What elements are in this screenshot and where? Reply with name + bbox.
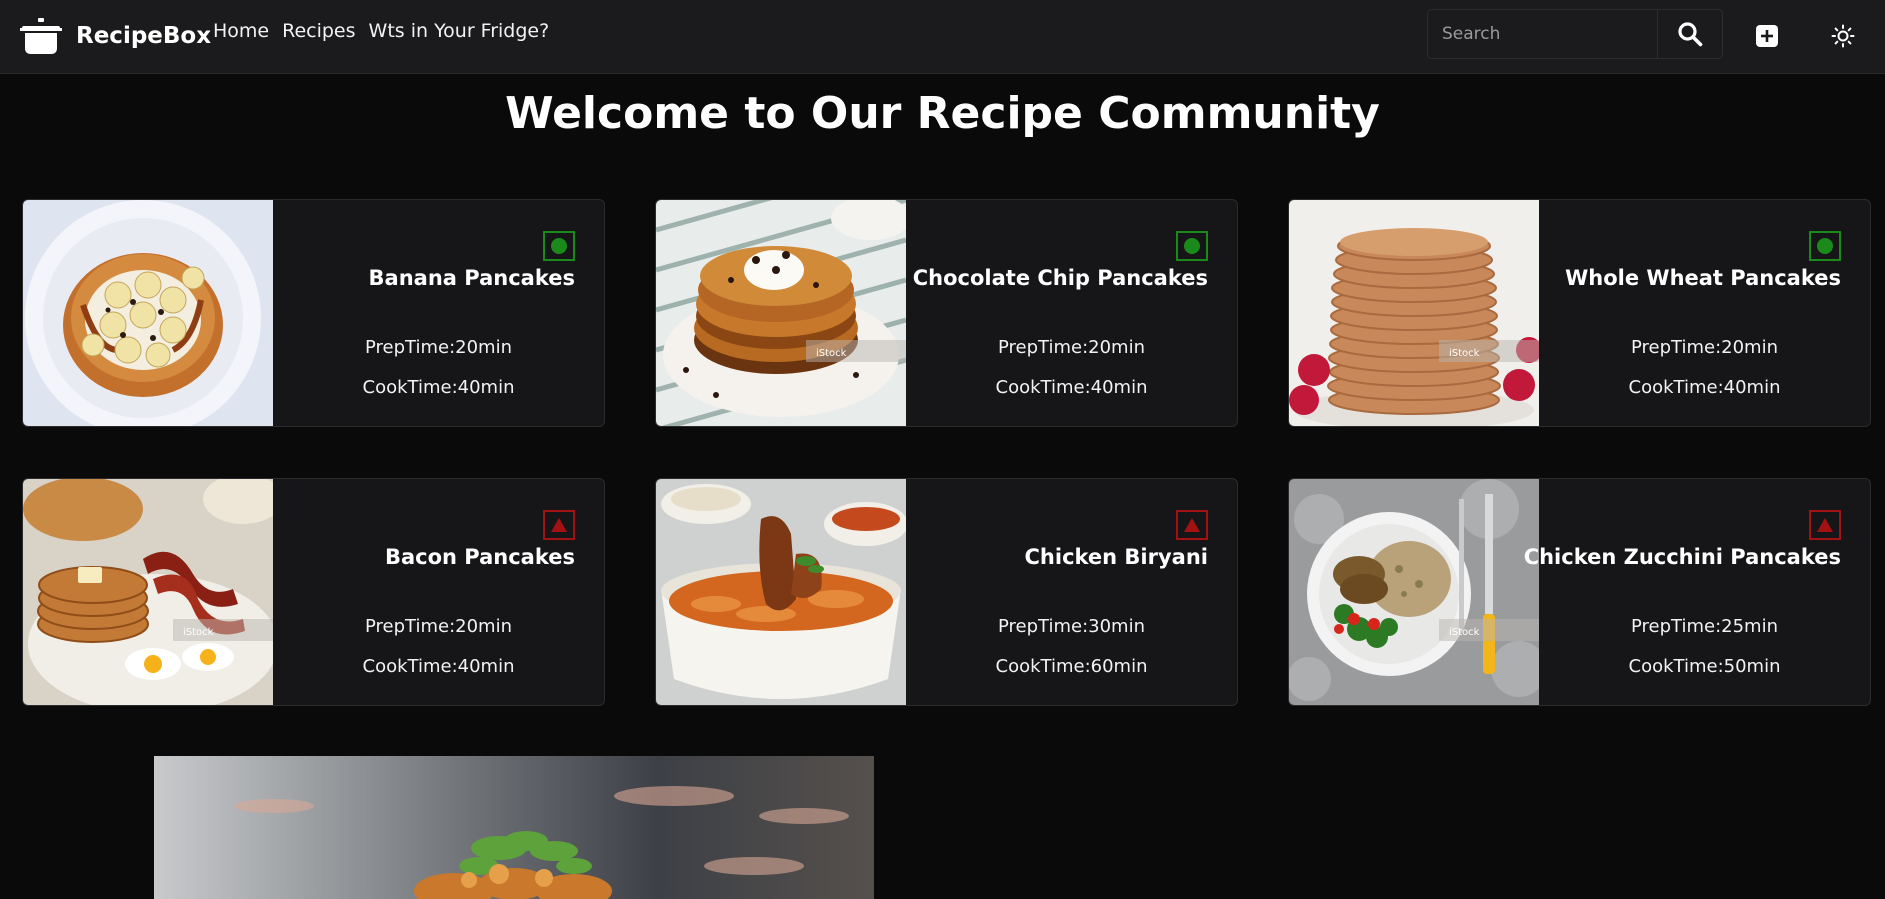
cook-time: CookTime:40min <box>362 656 515 677</box>
recipe-image: iStock <box>656 200 906 426</box>
non-veg-indicator-icon <box>1809 510 1841 540</box>
recipe-card[interactable]: iStock Bacon Pancakes PrepTime:20min Coo… <box>22 478 605 706</box>
page-title: Welcome to Our Recipe Community <box>505 88 1380 139</box>
plus-square-icon <box>1756 25 1778 47</box>
recipe-times: PrepTime:20min CookTime:40min <box>273 607 604 687</box>
recipe-image: iStock <box>1289 479 1539 705</box>
search-icon <box>1678 22 1703 47</box>
prep-time: PrepTime:25min <box>1630 616 1778 637</box>
recipe-title: Whole Wheat Pancakes <box>1565 266 1841 290</box>
veg-indicator-icon <box>543 231 575 261</box>
prep-time: PrepTime:20min <box>997 337 1145 358</box>
search-input[interactable] <box>1428 10 1657 58</box>
recipe-title: Chocolate Chip Pancakes <box>912 266 1208 290</box>
nav-link-fridge[interactable]: Wts in Your Fridge? <box>369 20 550 42</box>
recipe-times: PrepTime:20min CookTime:40min <box>906 328 1237 408</box>
recipe-card[interactable]: Chicken Biryani PrepTime:30min CookTime:… <box>655 478 1238 706</box>
prep-time: PrepTime:20min <box>364 616 512 637</box>
recipe-card[interactable]: iStock Whole Wheat Pancakes PrepTime:20m… <box>1288 199 1871 427</box>
recipe-times: PrepTime:30min CookTime:60min <box>906 607 1237 687</box>
svg-text:iStock: iStock <box>816 348 847 359</box>
recipe-image <box>656 479 906 705</box>
cook-time: CookTime:40min <box>995 377 1148 398</box>
brand-name: RecipeBox <box>76 23 212 49</box>
svg-text:iStock: iStock <box>1449 627 1480 638</box>
recipe-image: iStock <box>1289 200 1539 426</box>
recipe-title: Banana Pancakes <box>368 266 575 290</box>
veg-indicator-icon <box>1809 231 1841 261</box>
non-veg-indicator-icon <box>1176 510 1208 540</box>
recipe-card[interactable]: Banana Pancakes PrepTime:20min CookTime:… <box>22 199 605 427</box>
svg-text:iStock: iStock <box>183 627 214 638</box>
recipe-image: iStock <box>23 479 273 705</box>
svg-text:iStock: iStock <box>1449 348 1480 359</box>
search-button[interactable] <box>1657 10 1722 58</box>
recipe-image <box>23 200 273 426</box>
recipe-title: Chicken Biryani <box>1024 545 1208 569</box>
prep-time: PrepTime:20min <box>1630 337 1778 358</box>
cook-time: CookTime:60min <box>995 656 1148 677</box>
navbar: RecipeBox Home Recipes Wts in Your Fridg… <box>0 0 1885 74</box>
theme-toggle-button[interactable] <box>1825 18 1861 54</box>
recipe-times: PrepTime:20min CookTime:40min <box>1539 328 1870 408</box>
veg-indicator-icon <box>1176 231 1208 261</box>
cooking-pot-icon <box>20 18 62 54</box>
search-bar <box>1427 9 1723 59</box>
non-veg-indicator-icon <box>543 510 575 540</box>
recipe-times: PrepTime:20min CookTime:40min <box>273 328 604 408</box>
recipe-title: Chicken Zucchini Pancakes <box>1523 545 1841 569</box>
prep-time: PrepTime:20min <box>364 337 512 358</box>
brand[interactable]: RecipeBox <box>20 14 211 58</box>
cook-time: CookTime:40min <box>362 377 515 398</box>
recipe-times: PrepTime:25min CookTime:50min <box>1539 607 1870 687</box>
cook-time: CookTime:50min <box>1628 656 1781 677</box>
recipe-title: Bacon Pancakes <box>384 545 575 569</box>
recipe-card[interactable]: iStock Chicken Zucchini Pancakes PrepTim… <box>1288 478 1871 706</box>
nav-links: Home Recipes Wts in Your Fridge? <box>213 20 549 42</box>
prep-time: PrepTime:30min <box>997 616 1145 637</box>
featured-image <box>154 756 874 899</box>
nav-link-recipes[interactable]: Recipes <box>282 20 355 42</box>
nav-link-home[interactable]: Home <box>213 20 269 42</box>
sun-icon <box>1831 24 1855 48</box>
add-recipe-button[interactable] <box>1750 19 1784 53</box>
cook-time: CookTime:40min <box>1628 377 1781 398</box>
recipe-card[interactable]: iStock Chocolate Chip Pancakes PrepTime:… <box>655 199 1238 427</box>
